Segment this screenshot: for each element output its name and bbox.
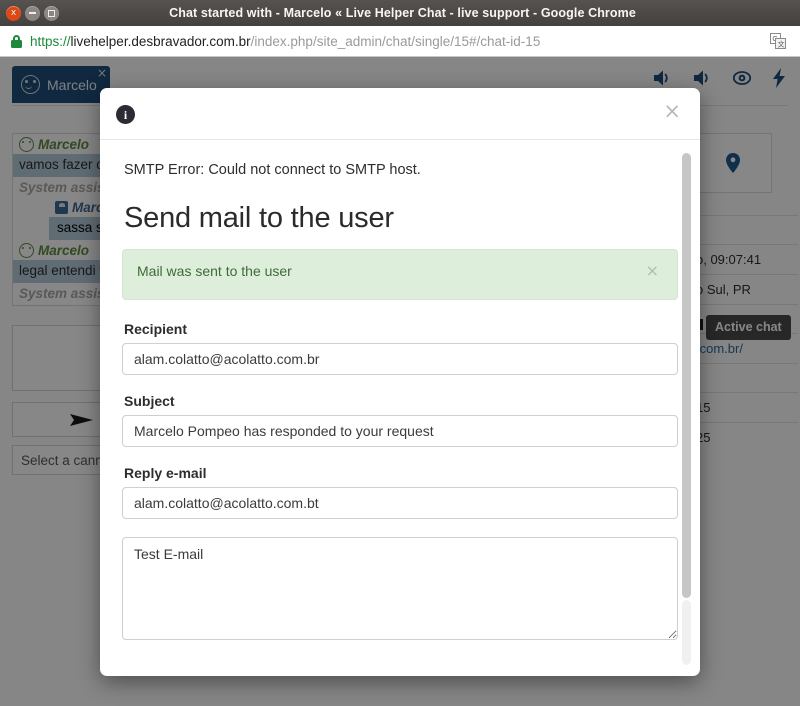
window-maximize-button[interactable] (44, 5, 59, 21)
modal-scrollbar-thumb[interactable] (682, 153, 691, 598)
modal-body: SMTP Error: Could not connect to SMTP ho… (100, 140, 700, 676)
send-mail-modal: i × SMTP Error: Could not connect to SMT… (100, 88, 700, 676)
success-alert: Mail was sent to the user × (122, 249, 678, 300)
lock-icon (10, 34, 23, 48)
window-minimize-button[interactable] (25, 5, 40, 21)
address-bar[interactable]: https://livehelper.desbravador.com.br/in… (0, 26, 800, 57)
translate-icon[interactable]: G 文 (770, 33, 786, 49)
maximize-glyph (48, 9, 55, 17)
url-host: livehelper.desbravador.com.br (70, 33, 251, 49)
message-body-textarea[interactable]: Test E-mail (122, 537, 678, 640)
modal-scroll-content: SMTP Error: Could not connect to SMTP ho… (100, 140, 700, 676)
minimize-glyph (29, 12, 36, 14)
alert-close-button[interactable]: × (640, 262, 665, 280)
url-scheme: https:// (30, 33, 71, 49)
recipient-label: Recipient (124, 321, 188, 337)
smtp-error-text: SMTP Error: Could not connect to SMTP ho… (124, 162, 421, 178)
url-text: https://livehelper.desbravador.com.br/in… (30, 34, 540, 49)
reply-email-input[interactable] (122, 487, 678, 519)
window-close-button[interactable]: x (6, 5, 21, 21)
subject-label: Subject (124, 393, 175, 409)
info-icon: i (116, 105, 135, 124)
modal-header: i × (100, 88, 700, 140)
browser-window: x Chat started with - Marcelo « Live Hel… (0, 0, 800, 706)
window-close-glyph: x (10, 7, 17, 18)
modal-close-button[interactable]: × (659, 99, 685, 124)
modal-scrollbar-track[interactable] (682, 600, 691, 665)
window-title: Chat started with - Marcelo « Live Helpe… (169, 6, 636, 20)
reply-email-label: Reply e-mail (124, 465, 207, 481)
modal-scrollbar[interactable] (682, 153, 691, 665)
window-titlebar: x Chat started with - Marcelo « Live Hel… (0, 0, 800, 26)
window-controls: x (0, 5, 59, 21)
info-glyph: i (123, 107, 128, 122)
subject-input[interactable] (122, 415, 678, 447)
svg-text:文: 文 (778, 39, 785, 48)
success-alert-text: Mail was sent to the user (137, 263, 292, 279)
recipient-input[interactable] (122, 343, 678, 375)
url-path: /index.php/site_admin/chat/single/15#/ch… (250, 33, 541, 49)
page-title: Send mail to the user (124, 202, 394, 234)
